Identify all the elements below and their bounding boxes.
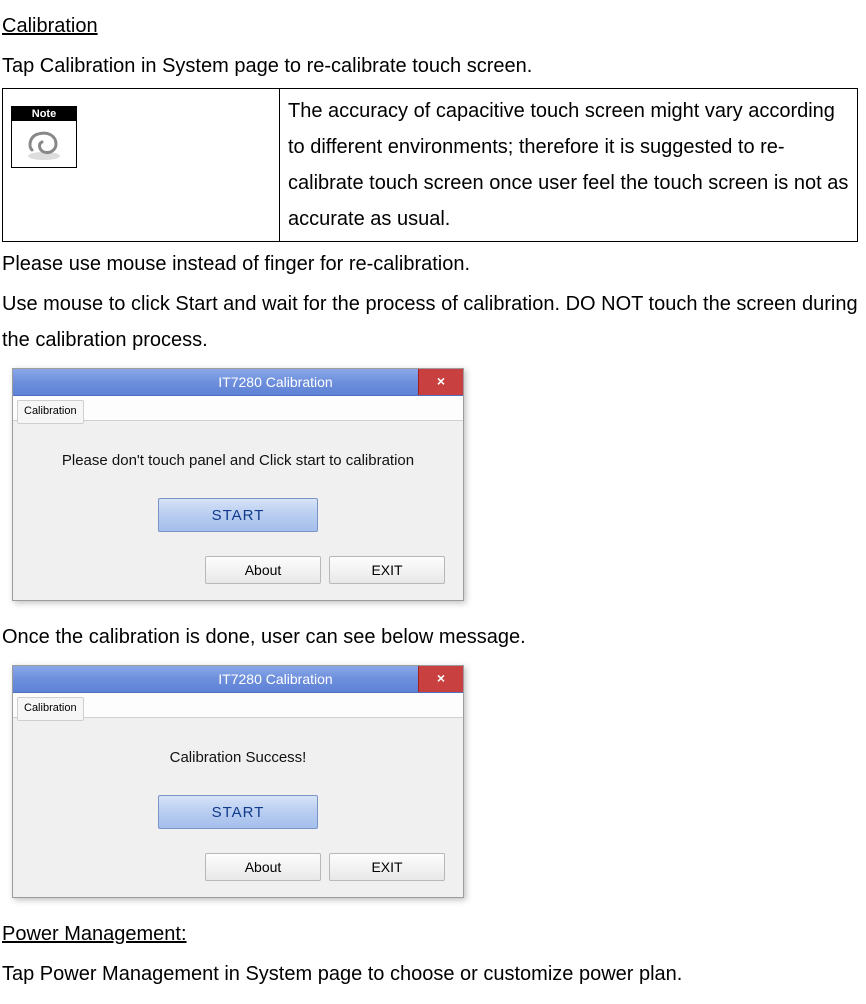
start-button[interactable]: START <box>158 498 318 532</box>
titlebar-buttons: × <box>418 666 463 692</box>
titlebar-spacer <box>13 369 133 395</box>
paperclip-icon <box>12 121 76 167</box>
dialog-bottom-row: About EXIT <box>31 556 445 584</box>
start-button[interactable]: START <box>158 795 318 829</box>
window-title: IT7280 Calibration <box>133 369 418 395</box>
titlebar-buttons: × <box>418 369 463 395</box>
dialog-message: Please don't touch panel and Click start… <box>31 447 445 474</box>
text-once-done: Once the calibration is done, user can s… <box>2 619 858 655</box>
dialog-message-success: Calibration Success! <box>31 744 445 771</box>
text-use-mouse-instead: Please use mouse instead of finger for r… <box>2 246 858 282</box>
calibration-dialog-1: IT7280 Calibration × Calibration Please … <box>12 368 464 601</box>
text-use-mouse-click-start: Use mouse to click Start and wait for th… <box>2 286 858 358</box>
menu-calibration[interactable]: Calibration <box>17 400 84 424</box>
text-tap-calibration: Tap Calibration in System page to re-cal… <box>2 48 858 84</box>
dialog-bottom-row: About EXIT <box>31 853 445 881</box>
window-title: IT7280 Calibration <box>133 666 418 692</box>
about-button[interactable]: About <box>205 556 321 584</box>
note-icon-header: Note <box>12 107 76 121</box>
menu-calibration[interactable]: Calibration <box>17 697 84 721</box>
note-table: Note The accuracy of capacitive touch sc… <box>2 88 858 242</box>
note-text: The accuracy of capacitive touch screen … <box>288 100 848 230</box>
close-icon: × <box>437 369 445 394</box>
titlebar: IT7280 Calibration × <box>13 666 463 693</box>
note-icon: Note <box>11 106 77 168</box>
dialog-client-area: Calibration Success! START About EXIT <box>13 718 463 897</box>
close-button[interactable]: × <box>418 666 463 692</box>
menubar: Calibration <box>13 396 463 421</box>
calibration-dialog-2: IT7280 Calibration × Calibration Calibra… <box>12 665 464 898</box>
note-text-cell: The accuracy of capacitive touch screen … <box>280 89 858 242</box>
about-button[interactable]: About <box>205 853 321 881</box>
titlebar-spacer <box>13 666 133 692</box>
heading-power-management: Power Management: <box>2 916 858 952</box>
exit-button[interactable]: EXIT <box>329 853 445 881</box>
menubar: Calibration <box>13 693 463 718</box>
heading-calibration: Calibration <box>2 8 858 44</box>
note-icon-cell: Note <box>3 89 280 242</box>
close-icon: × <box>437 666 445 691</box>
close-button[interactable]: × <box>418 369 463 395</box>
titlebar: IT7280 Calibration × <box>13 369 463 396</box>
text-tap-power-management: Tap Power Management in System page to c… <box>2 956 858 992</box>
dialog-client-area: Please don't touch panel and Click start… <box>13 421 463 600</box>
exit-button[interactable]: EXIT <box>329 556 445 584</box>
